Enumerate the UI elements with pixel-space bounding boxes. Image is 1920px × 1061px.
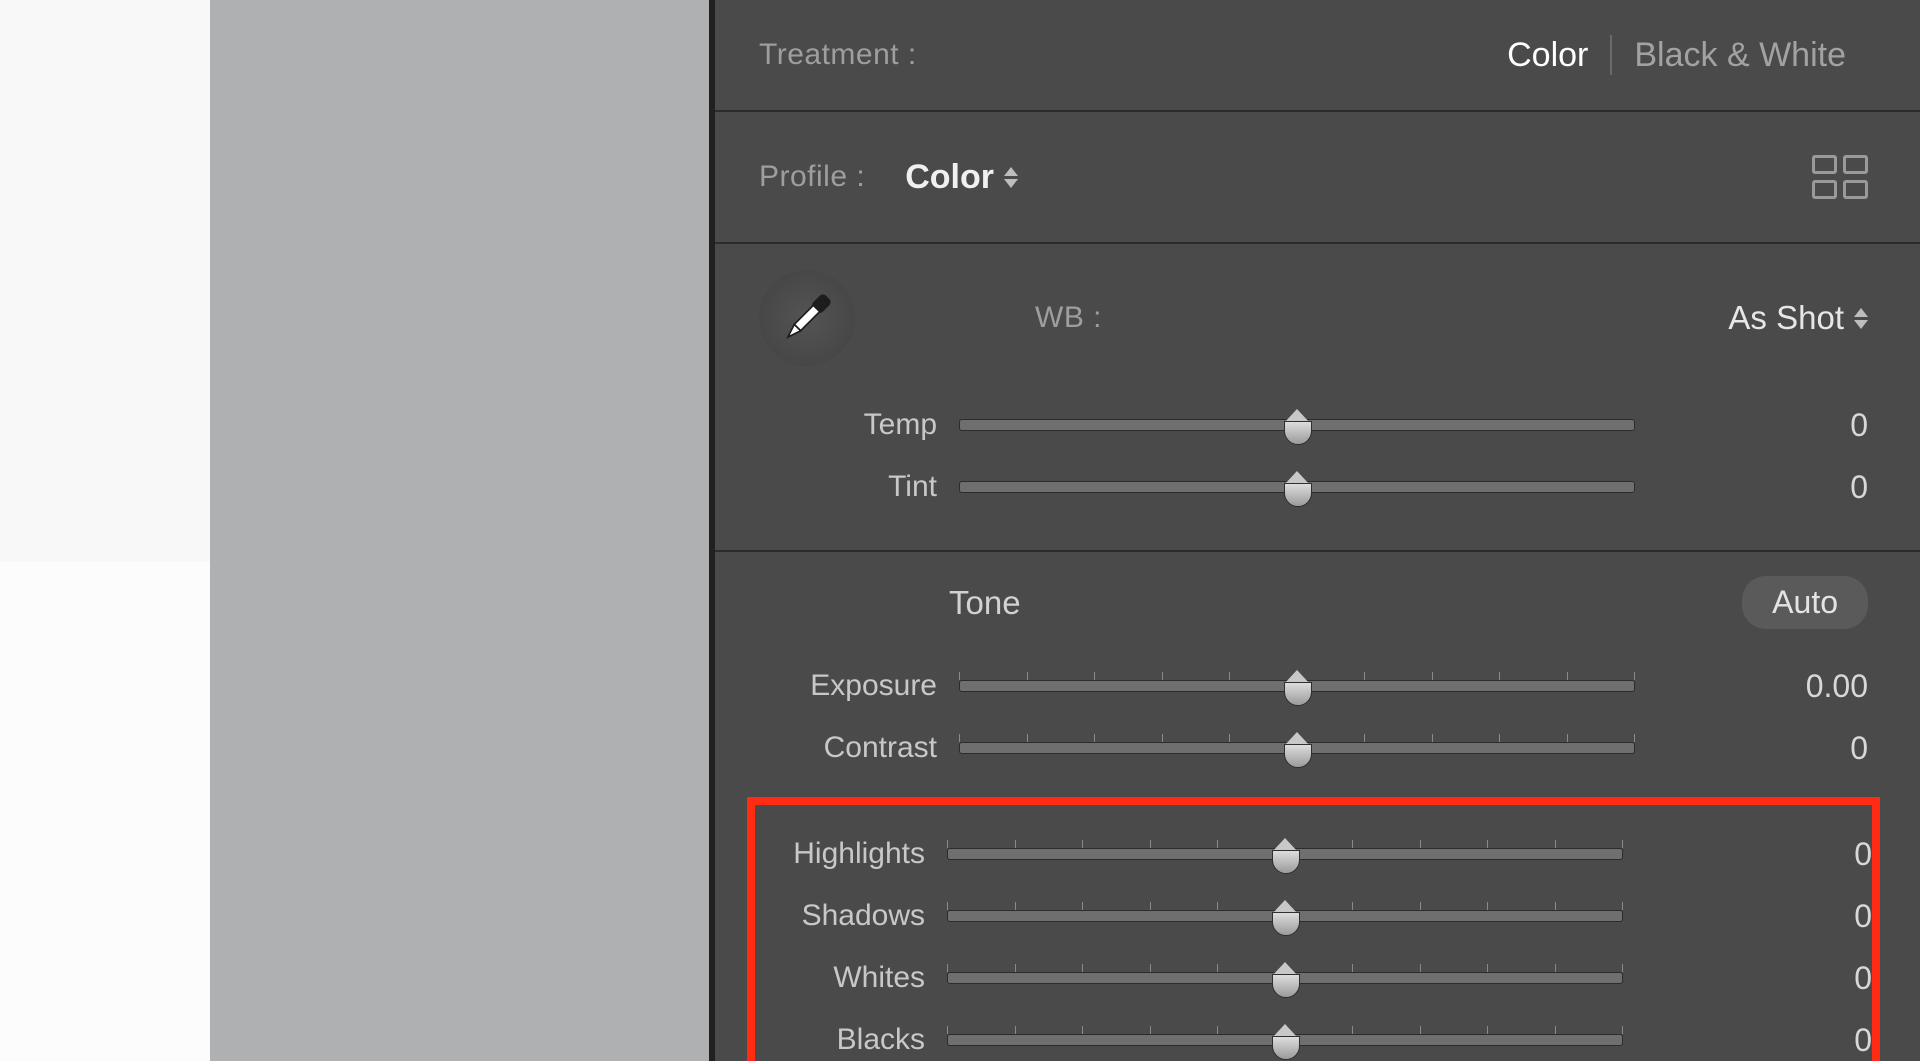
shadows-value[interactable]: 0 [1623,898,1872,935]
wb-eyedropper-tool[interactable] [759,270,855,366]
tone-range-highlight-box: Highlights 0 Shadows 0 [747,797,1880,1061]
image-preview [0,0,210,1061]
contrast-value[interactable]: 0 [1635,730,1868,767]
whites-value[interactable]: 0 [1623,960,1872,997]
blacks-value[interactable]: 0 [1623,1022,1872,1059]
wb-preset-dropdown[interactable]: As Shot [1728,299,1868,337]
highlights-value[interactable]: 0 [1623,836,1872,873]
wb-label: WB : [1035,301,1102,335]
blacks-slider[interactable] [947,1034,1623,1046]
tint-slider-handle[interactable] [1284,471,1310,505]
highlights-slider[interactable] [947,848,1623,860]
wb-section: WB : As Shot Temp 0 Tint [715,244,1920,552]
shadows-slider[interactable] [947,910,1623,922]
blacks-slider-handle[interactable] [1272,1024,1298,1058]
tint-label: Tint [759,470,959,504]
shadows-slider-row: Shadows 0 [755,885,1872,947]
updown-icon [1004,167,1018,188]
contrast-slider-handle[interactable] [1284,732,1310,766]
shadows-slider-handle[interactable] [1272,900,1298,934]
whites-slider[interactable] [947,972,1623,984]
profile-value: Color [905,158,994,197]
tint-value[interactable]: 0 [1635,469,1868,506]
blacks-slider-row: Blacks 0 [755,1009,1872,1061]
exposure-label: Exposure [759,669,959,703]
profile-browser-icon[interactable] [1812,155,1868,199]
image-canvas[interactable] [0,0,715,1061]
exposure-value[interactable]: 0.00 [1635,668,1868,705]
temp-slider[interactable] [959,419,1635,431]
updown-icon [1854,308,1868,329]
whites-slider-handle[interactable] [1272,962,1298,996]
exposure-slider[interactable] [959,680,1635,692]
whites-label: Whites [755,961,947,995]
temp-label: Temp [759,408,959,442]
temp-slider-row: Temp 0 [759,394,1868,456]
treatment-label: Treatment : [759,38,917,72]
temp-value[interactable]: 0 [1635,407,1868,444]
tone-label: Tone [949,584,1021,622]
exposure-slider-row: Exposure 0.00 [759,655,1868,717]
highlights-slider-row: Highlights 0 [755,823,1872,885]
whites-slider-row: Whites 0 [755,947,1872,1009]
tone-auto-button[interactable]: Auto [1742,576,1868,629]
blacks-label: Blacks [755,1023,947,1057]
contrast-slider[interactable] [959,742,1635,754]
eyedropper-icon [771,282,843,354]
contrast-label: Contrast [759,731,959,765]
contrast-slider-row: Contrast 0 [759,717,1868,779]
wb-preset-value: As Shot [1728,299,1844,337]
highlights-label: Highlights [755,837,947,871]
exposure-slider-handle[interactable] [1284,670,1310,704]
profile-dropdown[interactable]: Color [905,158,1018,197]
profile-label: Profile : [759,160,865,194]
treatment-color-button[interactable]: Color [1485,36,1610,75]
tone-section: Tone Auto Exposure 0.00 Contrast [715,552,1920,1061]
shadows-label: Shadows [755,899,947,933]
treatment-bw-button[interactable]: Black & White [1612,36,1868,75]
tint-slider-row: Tint 0 [759,456,1868,518]
highlights-slider-handle[interactable] [1272,838,1298,872]
profile-section: Profile : Color [715,112,1920,244]
temp-slider-handle[interactable] [1284,409,1310,443]
app-frame: Treatment : Color Black & White Profile … [0,0,1920,1061]
treatment-section: Treatment : Color Black & White [715,0,1920,112]
develop-panel: Treatment : Color Black & White Profile … [715,0,1920,1061]
tint-slider[interactable] [959,481,1635,493]
